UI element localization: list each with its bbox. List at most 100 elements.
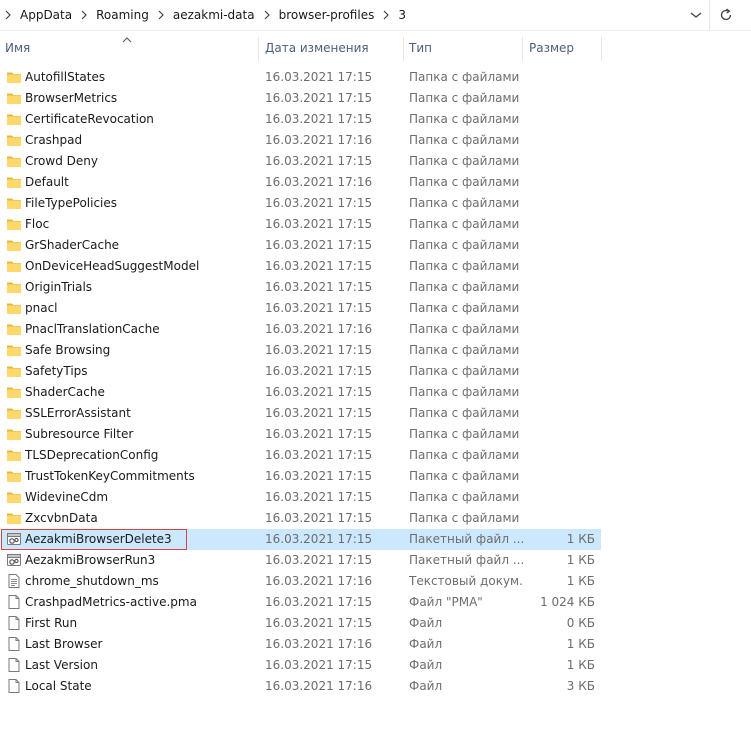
- table-row[interactable]: TLSDeprecationConfig 16.03.2021 17:15 Папк…: [1, 445, 601, 466]
- file-name[interactable]: Floc: [25, 214, 225, 235]
- file-name[interactable]: AutofillStates: [25, 67, 225, 88]
- file-name[interactable]: ShaderCache: [25, 382, 225, 403]
- file-name[interactable]: BrowserMetrics: [25, 88, 225, 109]
- table-row[interactable]: SafetyTips 16.03.2021 17:15 Папка с файлам…: [1, 361, 601, 382]
- file-name[interactable]: Last Browser: [25, 634, 225, 655]
- table-row[interactable]: AezakmiBrowserDelete3 16.03.2021 17:15 Пак…: [1, 529, 601, 550]
- file-name[interactable]: OnDeviceHeadSuggestModel: [25, 256, 225, 277]
- file-type: Папка с файлами: [409, 322, 520, 336]
- file-name[interactable]: FileTypePolicies: [25, 193, 225, 214]
- file-name[interactable]: AezakmiBrowserRun3: [25, 550, 225, 571]
- table-row[interactable]: ShaderCache 16.03.2021 17:15 Папка с файла…: [1, 382, 601, 403]
- column-header-type[interactable]: Тип: [409, 31, 519, 64]
- table-row[interactable]: Last Browser 16.03.2021 17:16 Файл 1 КБ: [1, 634, 601, 655]
- file-name[interactable]: CrashpadMetrics-active.pma: [25, 592, 225, 613]
- chevron-right-icon[interactable]: [378, 0, 394, 30]
- file-date: 16.03.2021 17:16: [265, 574, 373, 588]
- file-name[interactable]: Subresource Filter: [25, 424, 225, 445]
- file-name[interactable]: Local State: [25, 676, 225, 697]
- table-row[interactable]: Subresource Filter 16.03.2021 17:15 Папка …: [1, 424, 601, 445]
- file-name[interactable]: Crashpad: [25, 130, 225, 151]
- file-name[interactable]: TrustTokenKeyCommitments: [25, 466, 225, 487]
- file-date: 16.03.2021 17:15: [265, 364, 373, 378]
- breadcrumb-item-3[interactable]: 3: [394, 0, 410, 30]
- table-row[interactable]: First Run 16.03.2021 17:15 Файл 0 КБ: [1, 613, 601, 634]
- table-row[interactable]: pnacl 16.03.2021 17:15 Папка с файлами: [1, 298, 601, 319]
- file-type: Пакетный файл ...: [409, 553, 524, 567]
- table-row[interactable]: BrowserMetrics 16.03.2021 17:15 Папка с фа…: [1, 88, 601, 109]
- file-type: Папка с файлами: [409, 301, 520, 315]
- column-divider[interactable]: [522, 37, 523, 61]
- refresh-icon[interactable]: [716, 5, 736, 25]
- address-bar[interactable]: AppData Roaming aezakmi-data browser-pro…: [0, 0, 751, 31]
- file-date: 16.03.2021 17:15: [265, 658, 373, 672]
- breadcrumb-item-appdata[interactable]: AppData: [16, 0, 76, 30]
- chevron-right-icon[interactable]: [0, 0, 16, 30]
- file-name[interactable]: pnacl: [25, 298, 225, 319]
- table-row[interactable]: GrShaderCache 16.03.2021 17:15 Папка с фай…: [1, 235, 601, 256]
- breadcrumb-item-roaming[interactable]: Roaming: [92, 0, 153, 30]
- file-name[interactable]: Safe Browsing: [25, 340, 225, 361]
- file-date: 16.03.2021 17:15: [265, 70, 373, 84]
- file-name[interactable]: OriginTrials: [25, 277, 225, 298]
- table-row[interactable]: Floc 16.03.2021 17:15 Папка с файлами: [1, 214, 601, 235]
- breadcrumb-item-aezakmi-data[interactable]: aezakmi-data: [169, 0, 259, 30]
- file-name[interactable]: Default: [25, 172, 225, 193]
- file-type: Папка с файлами: [409, 238, 520, 252]
- chevron-right-icon[interactable]: [153, 0, 169, 30]
- column-header-size[interactable]: Размер: [529, 31, 599, 64]
- table-row[interactable]: CertificateRevocation 16.03.2021 17:15 Пап…: [1, 109, 601, 130]
- table-row[interactable]: Safe Browsing 16.03.2021 17:15 Папка с фай…: [1, 340, 601, 361]
- file-type: Пакетный файл ...: [409, 532, 524, 546]
- table-row[interactable]: OriginTrials 16.03.2021 17:15 Папка с файл…: [1, 277, 601, 298]
- table-row[interactable]: Local State 16.03.2021 17:16 Файл 3 КБ: [1, 676, 601, 697]
- column-header-date[interactable]: Дата изменения: [265, 31, 400, 64]
- file-name[interactable]: SSLErrorAssistant: [25, 403, 225, 424]
- file-date: 16.03.2021 17:16: [265, 637, 373, 651]
- file-name[interactable]: ZxcvbnData: [25, 508, 225, 529]
- table-row[interactable]: Last Version 16.03.2021 17:15 Файл 1 КБ: [1, 655, 601, 676]
- file-name[interactable]: Last Version: [25, 655, 225, 676]
- column-divider[interactable]: [258, 37, 259, 61]
- file-name[interactable]: CertificateRevocation: [25, 109, 225, 130]
- table-row[interactable]: WidevineCdm 16.03.2021 17:15 Папка с файла…: [1, 487, 601, 508]
- table-row[interactable]: FileTypePolicies 16.03.2021 17:15 Папка с …: [1, 193, 601, 214]
- file-name[interactable]: PnaclTranslationCache: [25, 319, 225, 340]
- table-row[interactable]: Crowd Deny 16.03.2021 17:15 Папка с файлам…: [1, 151, 601, 172]
- table-row[interactable]: SSLErrorAssistant 16.03.2021 17:15 Папка с…: [1, 403, 601, 424]
- file-name[interactable]: WidevineCdm: [25, 487, 225, 508]
- table-row[interactable]: AezakmiBrowserRun3 16.03.2021 17:15 Пакетн…: [1, 550, 601, 571]
- file-name[interactable]: First Run: [25, 613, 225, 634]
- file-size: [521, 277, 595, 298]
- column-header-name[interactable]: Имя: [5, 31, 255, 64]
- file-size: [521, 130, 595, 151]
- chevron-right-icon[interactable]: [259, 0, 275, 30]
- file-type: Папка с файлами: [409, 406, 520, 420]
- file-date: 16.03.2021 17:15: [265, 112, 373, 126]
- table-row[interactable]: AutofillStates 16.03.2021 17:15 Папка с фа…: [1, 67, 601, 88]
- table-row[interactable]: Crashpad 16.03.2021 17:16 Папка с файлами: [1, 130, 601, 151]
- table-row[interactable]: chrome_shutdown_ms 16.03.2021 17:16 Тексто…: [1, 571, 601, 592]
- chevron-right-icon[interactable]: [76, 0, 92, 30]
- table-row[interactable]: OnDeviceHeadSuggestModel 16.03.2021 17:15…: [1, 256, 601, 277]
- table-row[interactable]: PnaclTranslationCache 16.03.2021 17:16 Пап…: [1, 319, 601, 340]
- file-type: Файл "PMA": [409, 595, 483, 609]
- table-row[interactable]: ZxcvbnData 16.03.2021 17:15 Папка с файлам…: [1, 508, 601, 529]
- chevron-down-icon[interactable]: [686, 6, 706, 24]
- column-divider[interactable]: [601, 37, 602, 61]
- file-name[interactable]: chrome_shutdown_ms: [25, 571, 225, 592]
- file-size: [521, 67, 595, 88]
- file-name[interactable]: AezakmiBrowserDelete3: [25, 529, 225, 550]
- file-name[interactable]: TLSDeprecationConfig: [25, 445, 225, 466]
- file-name[interactable]: Crowd Deny: [25, 151, 225, 172]
- table-row[interactable]: Default 16.03.2021 17:16 Папка с файлами: [1, 172, 601, 193]
- column-divider[interactable]: [403, 37, 404, 61]
- table-row[interactable]: CrashpadMetrics-active.pma 16.03.2021 17:…: [1, 592, 601, 613]
- file-name[interactable]: SafetyTips: [25, 361, 225, 382]
- file-name[interactable]: GrShaderCache: [25, 235, 225, 256]
- file-date: 16.03.2021 17:15: [265, 511, 373, 525]
- breadcrumb-item-browser-profiles[interactable]: browser-profiles: [275, 0, 379, 30]
- file-date: 16.03.2021 17:16: [265, 133, 373, 147]
- file-size: [521, 172, 595, 193]
- table-row[interactable]: TrustTokenKeyCommitments 16.03.2021 17:15…: [1, 466, 601, 487]
